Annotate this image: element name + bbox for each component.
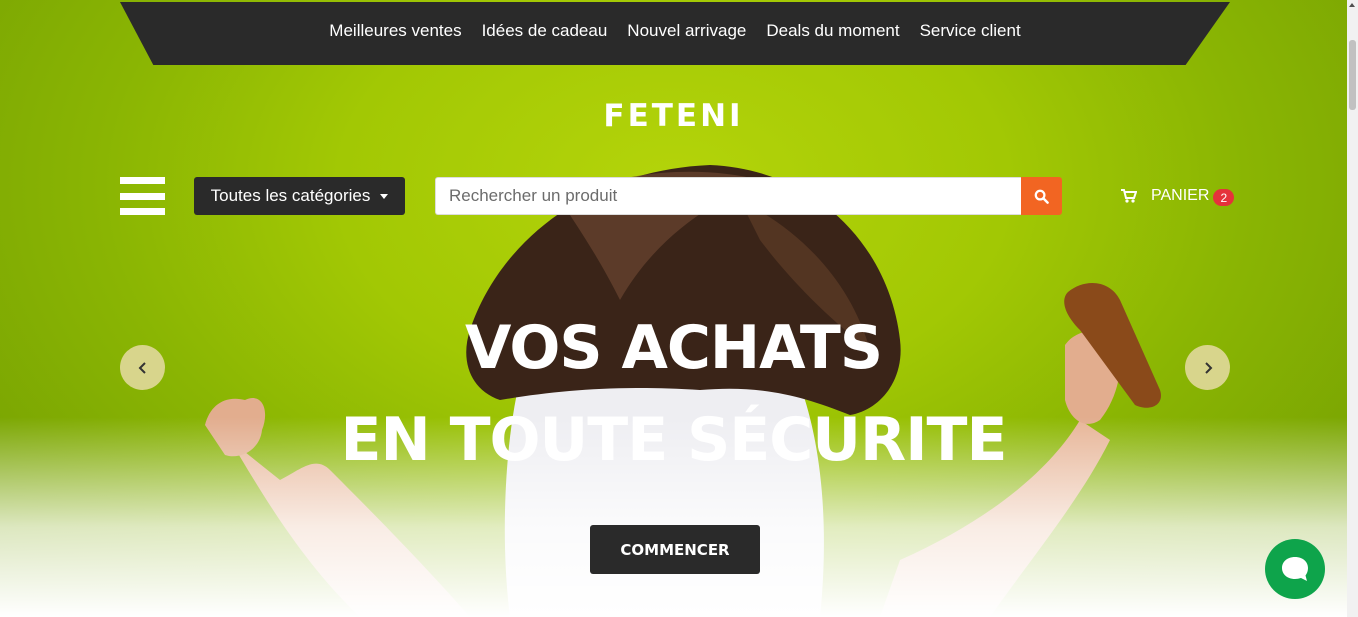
page-scrollbar[interactable] — [1347, 0, 1358, 617]
search-input[interactable] — [435, 177, 1021, 215]
start-button[interactable]: COMMENCER — [590, 525, 760, 574]
cart-count-badge: 2 — [1213, 189, 1235, 206]
search-button[interactable] — [1021, 177, 1062, 215]
cart-label: PANIER — [1151, 187, 1210, 204]
chat-button[interactable] — [1265, 539, 1325, 599]
nav-item-gift-ideas[interactable]: Idées de cadeau — [482, 21, 608, 41]
caret-down-icon — [380, 193, 389, 199]
cart-button[interactable]: PANIER 2 — [1121, 184, 1235, 208]
scroll-up-icon[interactable] — [1349, 3, 1355, 7]
site-logo[interactable]: FETENI — [0, 98, 1347, 134]
nav-item-best-sellers[interactable]: Meilleures ventes — [329, 21, 461, 41]
nav-item-customer-service[interactable]: Service client — [920, 21, 1021, 41]
hamburger-icon[interactable] — [120, 177, 165, 215]
scrollbar-thumb[interactable] — [1349, 40, 1356, 110]
categories-dropdown[interactable]: Toutes les catégories — [194, 177, 405, 215]
search-bar — [435, 177, 1062, 215]
top-navigation: Meilleures ventes Idées de cadeau Nouvel… — [120, 2, 1230, 65]
hero-headline-line1: VOS ACHATS — [464, 313, 883, 383]
hero-headline-line2: EN TOUTE SÉCURITE — [340, 405, 1008, 475]
nav-item-deals[interactable]: Deals du moment — [766, 21, 899, 41]
categories-label: Toutes les catégories — [210, 186, 371, 205]
nav-item-new-arrivals[interactable]: Nouvel arrivage — [627, 21, 746, 41]
search-icon — [1034, 189, 1049, 204]
chat-bubble-icon — [1282, 557, 1308, 581]
cart-icon — [1121, 189, 1137, 203]
